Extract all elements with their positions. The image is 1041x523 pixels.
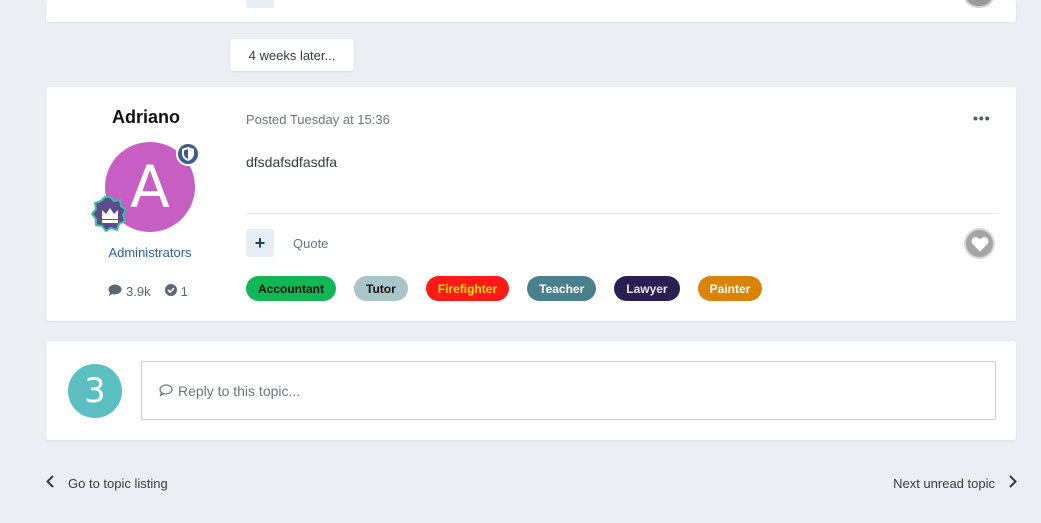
post-date[interactable]: Posted Tuesday at 15:36 bbox=[246, 112, 390, 127]
post-divider bbox=[246, 213, 999, 214]
reply-input[interactable]: Reply to this topic... bbox=[141, 361, 996, 420]
previous-post-plus-button[interactable] bbox=[246, 0, 274, 8]
tag-lawyer[interactable]: Lawyer bbox=[614, 276, 680, 301]
author-stats: 3.9k 1 bbox=[108, 284, 188, 299]
check-circle-icon bbox=[164, 284, 177, 299]
reply-card: 3 Reply to this topic... bbox=[46, 341, 1016, 440]
quote-button[interactable]: Quote bbox=[293, 236, 328, 251]
chevron-right-icon bbox=[1009, 475, 1017, 491]
comment-icon bbox=[108, 284, 122, 299]
tag-tutor[interactable]: Tutor bbox=[354, 276, 408, 301]
tag-painter[interactable]: Painter bbox=[697, 276, 763, 301]
author-name[interactable]: Adriano bbox=[46, 107, 246, 128]
go-to-topic-listing-label: Go to topic listing bbox=[68, 475, 168, 491]
tag-firefighter[interactable]: Firefighter bbox=[425, 276, 510, 301]
next-unread-topic-link[interactable]: Next unread topic bbox=[893, 475, 1017, 491]
solutions-value: 1 bbox=[180, 284, 188, 299]
shield-icon bbox=[176, 142, 200, 166]
time-gap-indicator: 4 weeks later... bbox=[230, 39, 354, 71]
chevron-left-icon bbox=[46, 475, 54, 491]
previous-post-card bbox=[46, 0, 1016, 22]
tag-teacher[interactable]: Teacher bbox=[527, 276, 597, 301]
go-to-topic-listing-link[interactable]: Go to topic listing bbox=[46, 475, 168, 491]
post-count-value: 3.9k bbox=[126, 284, 151, 299]
post-menu-button[interactable]: ••• bbox=[973, 110, 991, 126]
reply-avatar[interactable]: 3 bbox=[68, 364, 122, 418]
group-name[interactable]: Administrators bbox=[46, 245, 254, 260]
post-body: dfsdafsdfasdfa bbox=[246, 154, 338, 170]
speech-bubble-icon bbox=[159, 383, 173, 399]
tag-list: Accountant Tutor Firefighter Teacher Law… bbox=[246, 276, 763, 301]
post-count-stat: 3.9k bbox=[108, 284, 151, 299]
tag-accountant[interactable]: Accountant bbox=[246, 276, 336, 301]
next-unread-topic-label: Next unread topic bbox=[893, 475, 995, 491]
heart-icon[interactable] bbox=[964, 228, 995, 259]
post-card: Adriano A Administrators 3.9k 1 Posted T… bbox=[46, 87, 1016, 321]
multiquote-plus-button[interactable]: + bbox=[246, 229, 274, 257]
reply-placeholder: Reply to this topic... bbox=[178, 382, 301, 399]
previous-post-heart-icon[interactable] bbox=[964, 0, 994, 8]
solutions-stat: 1 bbox=[164, 284, 188, 299]
crown-icon bbox=[90, 195, 129, 233]
